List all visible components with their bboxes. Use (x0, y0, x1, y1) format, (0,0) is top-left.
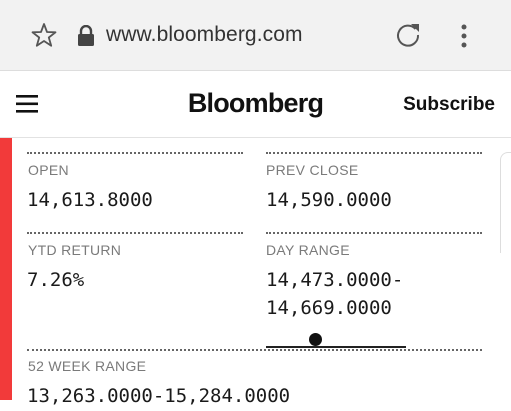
open-label: OPEN (28, 162, 69, 178)
day-range-slider-track (266, 346, 406, 348)
url-text[interactable]: www.bloomberg.com (106, 23, 303, 47)
prev-close-label: PREV CLOSE (266, 162, 359, 178)
accent-red-bar (0, 138, 12, 400)
scroll-edge (500, 152, 511, 253)
lock-icon[interactable] (76, 25, 96, 47)
browser-address-bar: www.bloomberg.com (0, 0, 511, 71)
divider (266, 232, 482, 234)
day-range-marker (309, 333, 322, 346)
day-range-low: 14,473.0000- (266, 269, 404, 291)
ytd-return-label: YTD RETURN (28, 242, 122, 258)
divider (27, 152, 243, 154)
divider (27, 349, 482, 351)
52-week-range-value: 13,263.0000-15,284.0000 (27, 385, 291, 407)
divider (27, 232, 243, 234)
subscribe-button[interactable]: Subscribe (403, 94, 495, 116)
open-value: 14,613.8000 (27, 189, 153, 211)
more-vertical-icon[interactable] (455, 22, 473, 50)
ytd-return-value: 7.26% (27, 269, 85, 291)
day-range-high: 14,669.0000 (266, 297, 392, 319)
reload-icon[interactable] (394, 21, 422, 49)
52-week-range-label: 52 WEEK RANGE (28, 358, 147, 374)
site-header: Bloomberg Subscribe (0, 71, 511, 138)
star-icon[interactable] (31, 22, 57, 48)
day-range-label: DAY RANGE (266, 242, 350, 258)
divider (266, 152, 482, 154)
prev-close-value: 14,590.0000 (266, 189, 392, 211)
